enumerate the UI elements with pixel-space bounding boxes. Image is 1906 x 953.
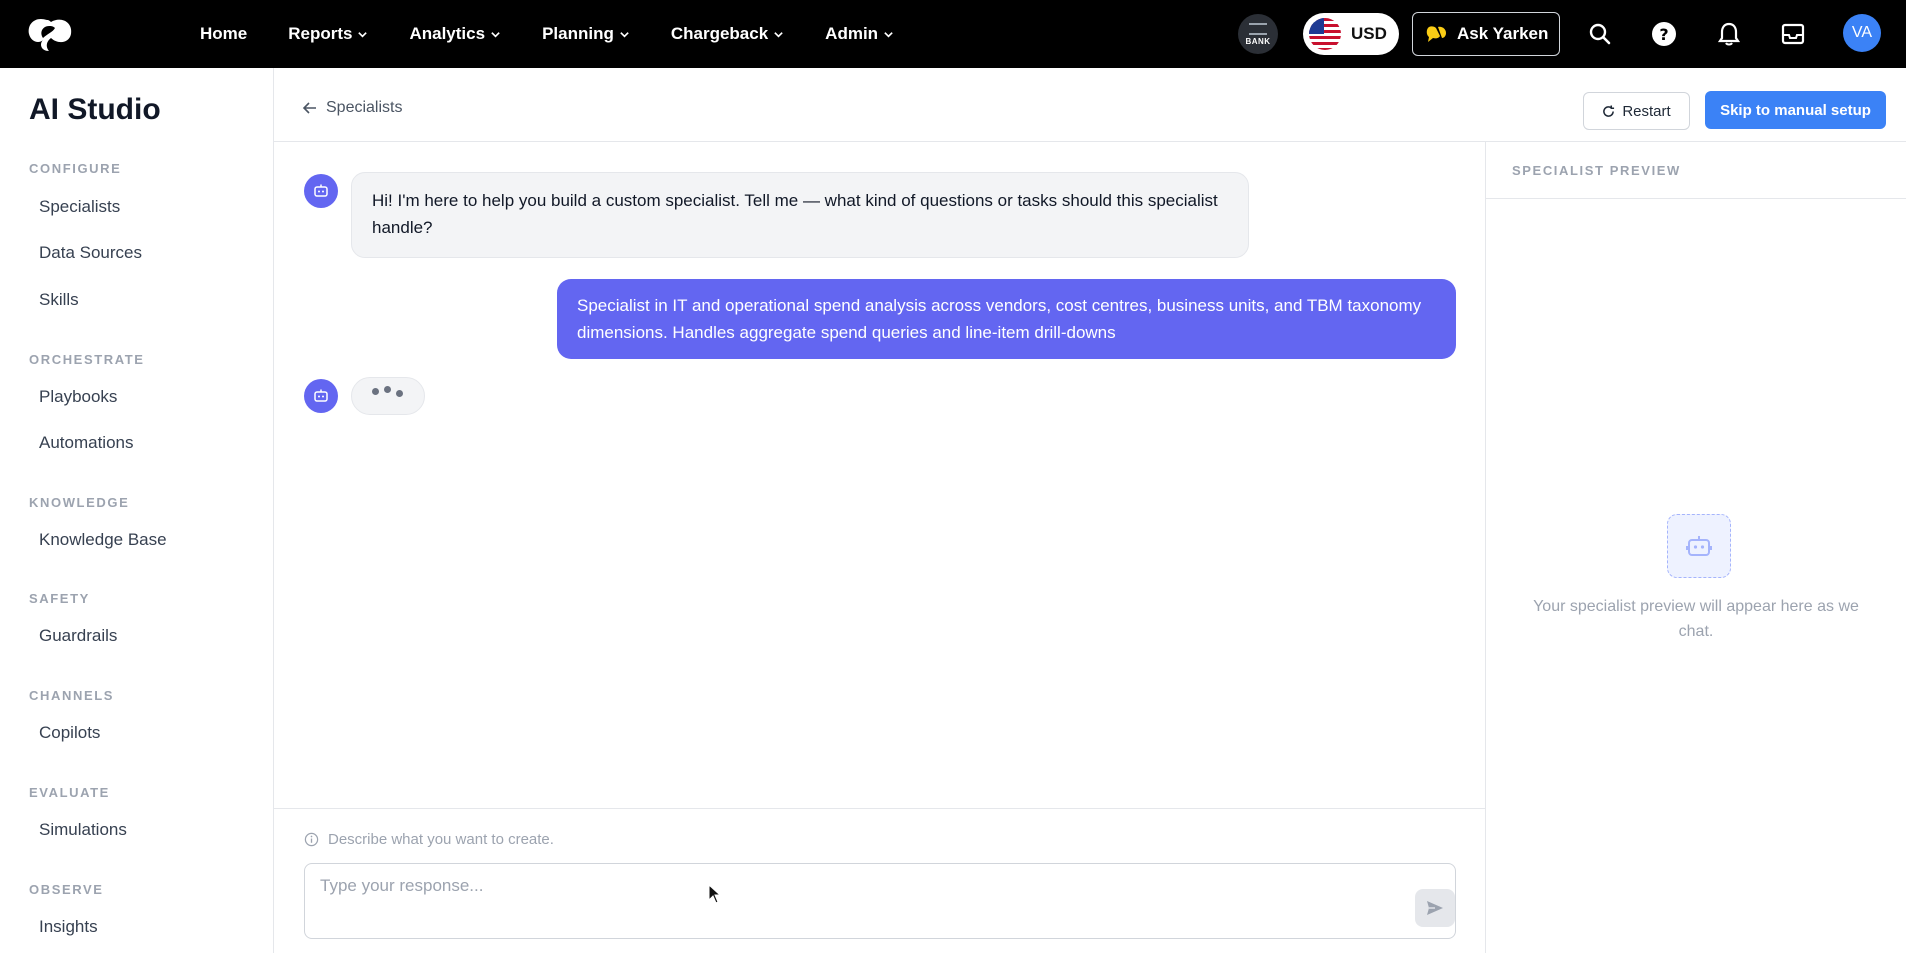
- sidebar-item-guardrails[interactable]: Guardrails: [39, 626, 117, 646]
- info-icon: [304, 832, 319, 847]
- sidebar-item-knowledge-base[interactable]: Knowledge Base: [39, 530, 167, 550]
- robot-icon: [314, 389, 328, 402]
- bank-building-icon: [1249, 22, 1267, 35]
- nav-analytics[interactable]: Analytics: [409, 24, 501, 44]
- mouse-cursor-icon: [708, 884, 722, 904]
- typing-dot: [384, 386, 391, 393]
- typing-dot: [372, 388, 379, 395]
- nav-home-label: Home: [200, 24, 248, 43]
- avatar-initials: VA: [1851, 24, 1873, 41]
- app-title: AI Studio: [29, 93, 161, 126]
- specialist-preview-panel: SPECIALIST PREVIEW Your specialist previ…: [1486, 142, 1906, 953]
- sidebar-item-skills[interactable]: Skills: [39, 290, 79, 310]
- composer-hint: Describe what you want to create.: [304, 831, 554, 848]
- page-header: Specialists Restart Skip to manual setup: [274, 68, 1906, 142]
- bell-icon[interactable]: [1715, 20, 1743, 48]
- typing-dot: [396, 390, 403, 397]
- back-to-specialists-link[interactable]: Specialists: [302, 99, 402, 117]
- currency-selector[interactable]: USD: [1303, 13, 1399, 55]
- main-nav: Home Reports Analytics Planning Chargeba…: [200, 0, 935, 68]
- chevron-down-icon: [358, 31, 368, 38]
- composer-area: Describe what you want to create.: [274, 808, 1486, 953]
- top-navigation-bar: Home Reports Analytics Planning Chargeba…: [0, 0, 1906, 68]
- nav-reports[interactable]: Reports: [288, 24, 368, 44]
- sidebar-item-insights[interactable]: Insights: [39, 917, 98, 937]
- sidebar-item-copilots[interactable]: Copilots: [39, 723, 100, 743]
- arrow-left-icon: [302, 102, 316, 114]
- search-icon[interactable]: [1586, 20, 1614, 48]
- section-configure: CONFIGURE: [29, 161, 122, 176]
- typing-indicator: [351, 377, 425, 415]
- ask-yarken-button[interactable]: Ask Yarken: [1412, 12, 1560, 56]
- chevron-down-icon: [774, 31, 783, 38]
- user-avatar[interactable]: VA: [1843, 14, 1881, 52]
- user-message: Specialist in IT and operational spend a…: [557, 279, 1456, 359]
- ask-yarken-label: Ask Yarken: [1457, 24, 1549, 43]
- chevron-down-icon: [491, 31, 500, 38]
- nav-chargeback-label: Chargeback: [670, 24, 769, 43]
- section-safety: SAFETY: [29, 591, 90, 606]
- sidebar-item-simulations[interactable]: Simulations: [39, 820, 127, 840]
- nav-admin[interactable]: Admin: [825, 24, 894, 44]
- section-orchestrate: ORCHESTRATE: [29, 352, 145, 367]
- restart-label: Restart: [1622, 102, 1671, 120]
- help-icon[interactable]: ?: [1650, 20, 1678, 48]
- skip-to-manual-setup-button[interactable]: Skip to manual setup: [1705, 91, 1886, 129]
- send-icon: [1427, 901, 1443, 915]
- studio-sidebar: AI Studio CONFIGURE Specialists Data Sou…: [0, 68, 274, 953]
- chevron-down-icon: [620, 31, 629, 38]
- preview-placeholder: [1667, 514, 1731, 578]
- bot-avatar: [304, 379, 338, 413]
- nav-planning-label: Planning: [542, 24, 614, 43]
- section-observe: OBSERVE: [29, 882, 104, 897]
- composer-hint-text: Describe what you want to create.: [328, 831, 554, 848]
- brand-logo-icon[interactable]: [25, 14, 75, 54]
- nav-analytics-label: Analytics: [409, 24, 486, 43]
- composer-box: [304, 863, 1456, 939]
- bank-tenant-badge[interactable]: BANK: [1238, 14, 1278, 54]
- nav-chargeback[interactable]: Chargeback: [671, 24, 784, 44]
- sidebar-item-data-sources[interactable]: Data Sources: [39, 243, 142, 263]
- assistant-message: Hi! I'm here to help you build a custom …: [351, 172, 1249, 258]
- refresh-icon: [1603, 104, 1615, 117]
- robot-icon: [314, 184, 328, 197]
- us-flag-icon: [1309, 18, 1341, 50]
- chat-bubble-icon: [1426, 26, 1446, 42]
- preview-title: SPECIALIST PREVIEW: [1512, 163, 1681, 178]
- nav-planning[interactable]: Planning: [542, 24, 630, 44]
- back-link-label: Specialists: [326, 99, 403, 116]
- nav-home[interactable]: Home: [200, 24, 247, 44]
- skip-label: Skip to manual setup: [1720, 101, 1871, 119]
- response-input[interactable]: [320, 876, 1370, 926]
- sidebar-item-specialists[interactable]: Specialists: [39, 197, 120, 217]
- preview-header: SPECIALIST PREVIEW: [1486, 142, 1906, 199]
- bot-avatar: [304, 174, 338, 208]
- currency-label: USD: [1351, 24, 1387, 43]
- preview-empty-text: Your specialist preview will appear here…: [1533, 598, 1859, 640]
- nav-admin-label: Admin: [825, 24, 879, 43]
- nav-reports-label: Reports: [288, 24, 353, 43]
- section-channels: CHANNELS: [29, 688, 115, 703]
- robot-icon: [1686, 536, 1712, 556]
- section-knowledge: KNOWLEDGE: [29, 495, 130, 510]
- svg-text:?: ?: [1659, 25, 1668, 44]
- section-evaluate: EVALUATE: [29, 785, 110, 800]
- bank-badge-label: BANK: [1245, 36, 1271, 46]
- send-button[interactable]: [1415, 889, 1455, 927]
- restart-button[interactable]: Restart: [1583, 92, 1690, 130]
- chat-thread: Hi! I'm here to help you build a custom …: [274, 142, 1486, 808]
- sidebar-item-playbooks[interactable]: Playbooks: [39, 387, 117, 407]
- sidebar-item-automations[interactable]: Automations: [39, 433, 134, 453]
- chevron-down-icon: [884, 31, 893, 38]
- inbox-icon[interactable]: [1779, 20, 1807, 48]
